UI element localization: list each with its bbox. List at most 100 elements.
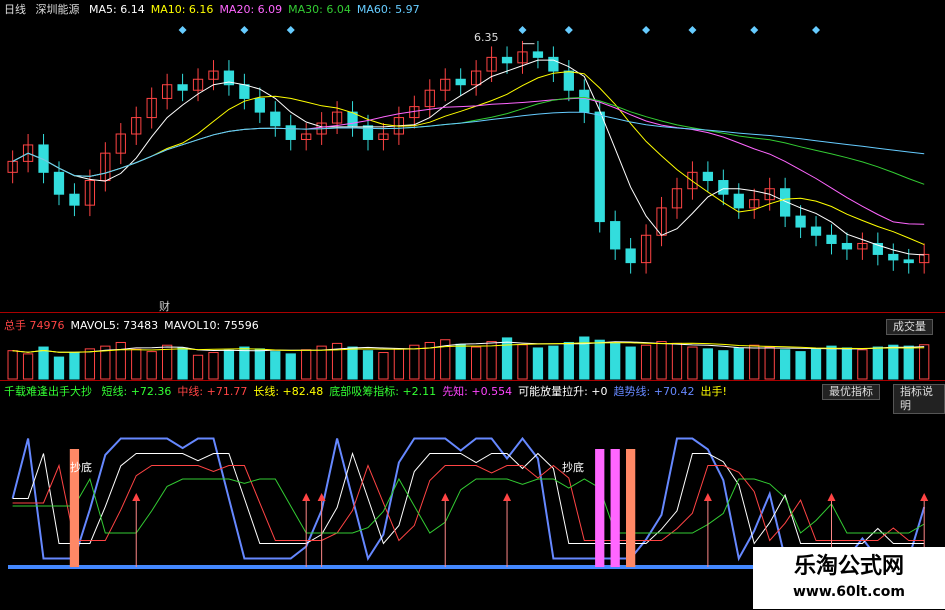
volume-bar: [347, 346, 358, 380]
volume-bar: [471, 346, 482, 380]
candle-body: [841, 242, 853, 250]
volume-bar: [192, 354, 204, 380]
volume-bar: [610, 342, 621, 380]
volume-bar: [919, 344, 930, 380]
candle-body: [810, 226, 822, 236]
candle-body: [532, 51, 544, 58]
volume-bar: [563, 341, 574, 380]
volume-bar: [903, 345, 914, 380]
volume-bar: [795, 351, 806, 380]
volume-bar: [177, 347, 188, 380]
buy-arrow-head: [503, 493, 512, 501]
candle-body: [285, 125, 296, 140]
volume-bar: [671, 342, 683, 380]
signal-diamond: [178, 26, 187, 34]
volume-bar: [687, 346, 698, 380]
volume-bar: [780, 349, 791, 380]
volume-panel: 总手 74976 MAVOL5: 73483 MAVOL10: 75596 成交量: [0, 312, 945, 381]
volume-bar: [625, 346, 636, 380]
candle-body: [548, 56, 559, 72]
volume-chart: [7, 336, 930, 380]
volume-bar: [455, 343, 466, 380]
volume-bar: [362, 350, 374, 380]
volume-bar: [84, 348, 96, 380]
candle-body: [702, 171, 714, 182]
candle-body: [239, 84, 250, 99]
bottom-bar: [610, 449, 620, 567]
candle-body: [177, 84, 188, 91]
signal-diamond: [286, 26, 295, 34]
volume-bar: [254, 348, 265, 380]
volume-bar: [841, 347, 853, 380]
volume-bar: [115, 341, 126, 380]
volume-bar: [409, 344, 420, 380]
volume-bar: [888, 344, 899, 380]
volume-bar: [239, 346, 250, 380]
volume-bar: [733, 347, 744, 380]
volume-bar: [7, 350, 18, 380]
watermark-title: 乐淘公式网: [793, 554, 904, 579]
candle-body: [625, 248, 636, 264]
volume-bar: [69, 352, 80, 380]
buy-arrow-head: [302, 493, 311, 501]
candle-body: [579, 89, 590, 113]
volume-bar: [548, 345, 559, 380]
volume-bar: [810, 348, 822, 380]
candlestick-chart: [7, 26, 930, 274]
buy-arrow-head: [827, 493, 836, 501]
volume-bar: [640, 344, 652, 380]
signal-diamond: [642, 26, 651, 34]
volume-bar: [270, 351, 281, 380]
bottom-bar: [626, 449, 636, 567]
buy-arrow-head: [920, 493, 929, 501]
volume-bar: [285, 353, 296, 380]
candle-body: [888, 253, 899, 261]
bottom-bar: [595, 449, 605, 567]
volume-bar: [378, 352, 389, 380]
signal-diamond: [812, 26, 821, 34]
buy-arrow-head: [703, 493, 712, 501]
volume-bar: [301, 349, 312, 380]
buy-arrow-head: [132, 493, 141, 501]
volume-bar: [131, 348, 142, 380]
candle-body: [718, 180, 729, 195]
volume-bar: [146, 351, 157, 380]
signal-diamond: [518, 26, 527, 34]
volume-bar: [826, 345, 837, 380]
ma-line-30: [12, 96, 925, 185]
price-panel: 日线 深圳能源 MA5: 6.14 MA10: 6.16 MA20: 6.09 MA3…: [0, 0, 945, 313]
ma-line-10: [12, 71, 925, 246]
watermark: 乐淘公式网 www.60lt.com: [753, 547, 945, 609]
volume-bar: [316, 345, 327, 380]
buy-arrow-head: [441, 493, 450, 501]
buy-bottom-label-1: 抄底: [70, 461, 92, 474]
long-line: [12, 477, 925, 534]
candle-body: [610, 221, 621, 250]
volume-bar: [501, 337, 513, 380]
volume-bar: [486, 341, 497, 380]
buy-bottom-label-2: 抄底: [562, 461, 584, 474]
volume-bar: [517, 344, 528, 380]
watermark-url: www.60lt.com: [792, 584, 906, 600]
volume-bar: [764, 346, 775, 380]
ma-line-60: [12, 111, 925, 177]
volume-bar: [718, 350, 729, 380]
volume-bar: [223, 349, 235, 380]
trend-line: [11, 436, 926, 562]
candle-body: [795, 215, 806, 228]
volume-bar: [393, 348, 405, 380]
volume-bar: [22, 353, 34, 380]
candle-body: [455, 78, 466, 86]
candle-body: [733, 193, 744, 209]
candle-body: [501, 56, 513, 64]
signal-diamond: [750, 26, 759, 34]
candle-body: [826, 234, 837, 244]
volume-bar: [532, 347, 544, 380]
candle-body: [254, 97, 265, 113]
volume-bar: [857, 349, 868, 380]
volume-bar: [208, 352, 219, 380]
signal-diamond: [564, 26, 573, 34]
candle-body: [69, 193, 80, 206]
volume-bar: [872, 346, 883, 380]
volume-bar: [38, 346, 49, 380]
